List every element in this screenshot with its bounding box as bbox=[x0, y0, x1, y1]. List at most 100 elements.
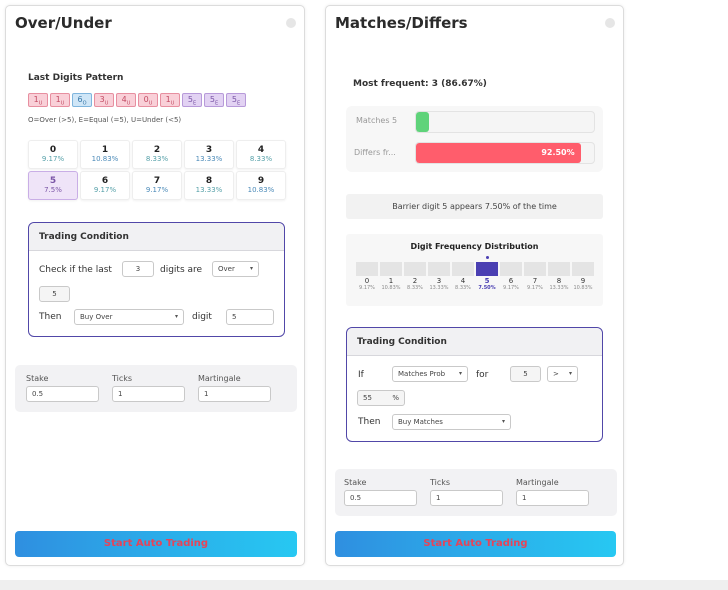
freq-column: 4 8.33% bbox=[452, 262, 474, 291]
ou-stake-label: Stake bbox=[26, 374, 49, 383]
chevron-down-icon: ▾ bbox=[458, 370, 462, 377]
digit-cell: 5 7.5% bbox=[28, 171, 78, 200]
freq-digit: 6 bbox=[508, 277, 514, 285]
digit-cell: 6 9.17% bbox=[80, 171, 130, 200]
freq-digit: 9 bbox=[580, 277, 586, 285]
pattern-tag: U bbox=[126, 100, 131, 107]
md-stake-input[interactable]: 0.5 bbox=[344, 490, 417, 506]
md-ticks-input[interactable]: 1 bbox=[430, 490, 503, 506]
differs-bar: 92.50% bbox=[415, 142, 595, 164]
freq-column: 0 9.17% bbox=[356, 262, 378, 291]
freq-percent: 8.33% bbox=[455, 285, 471, 291]
digit-percent: 9.17% bbox=[93, 186, 117, 194]
ou-digit-input[interactable]: 5 bbox=[226, 309, 274, 325]
pattern-chip: 5E bbox=[204, 93, 224, 107]
md-action-value: Buy Matches bbox=[398, 418, 443, 426]
md-trading-condition: Trading Condition If Matches Prob ▾ for … bbox=[346, 327, 603, 442]
md-then-label: Then bbox=[358, 417, 381, 427]
pattern-tag: U bbox=[60, 100, 65, 107]
pattern-tag: U bbox=[38, 100, 43, 107]
if-label: If bbox=[358, 370, 364, 380]
matches-label: Matches 5 bbox=[356, 116, 398, 125]
md-threshold-input[interactable]: 55 % bbox=[357, 390, 405, 406]
pattern-tag: E bbox=[236, 100, 241, 107]
pattern-chip: 5E bbox=[182, 93, 202, 107]
freq-percent: 7.50% bbox=[478, 285, 496, 291]
freq-bar bbox=[404, 262, 426, 276]
matches-differs-title: Matches/Differs bbox=[335, 14, 468, 32]
differs-value: 92.50% bbox=[541, 148, 575, 157]
md-martingale-input[interactable]: 1 bbox=[516, 490, 589, 506]
ou-start-auto-trading-button[interactable]: Start Auto Trading bbox=[15, 531, 297, 557]
digit-number: 7 bbox=[153, 176, 161, 186]
digit-cell: 4 8.33% bbox=[236, 140, 286, 169]
digit-percent: 10.83% bbox=[91, 155, 119, 163]
digit-number: 3 bbox=[205, 145, 213, 155]
pattern-chip: 6O bbox=[72, 93, 92, 107]
pattern-tag: E bbox=[214, 100, 219, 107]
active-marker-icon bbox=[486, 256, 489, 259]
freq-percent: 10.83% bbox=[573, 285, 593, 291]
md-start-auto-trading-button[interactable]: Start Auto Trading bbox=[335, 531, 616, 557]
digit-cell: 3 13.33% bbox=[184, 140, 234, 169]
freq-digit: 2 bbox=[412, 277, 418, 285]
freq-bar bbox=[428, 262, 450, 276]
ou-compare-input[interactable]: 5 bbox=[39, 286, 70, 302]
md-operator-select[interactable]: > ▾ bbox=[547, 366, 578, 382]
freq-column: 6 9.17% bbox=[500, 262, 522, 291]
digit-cell: 0 9.17% bbox=[28, 140, 78, 169]
digit-percent: 13.33% bbox=[195, 186, 223, 194]
freq-percent: 9.17% bbox=[527, 285, 543, 291]
ou-direction-value: Over bbox=[218, 265, 235, 273]
ou-martingale-input[interactable]: 1 bbox=[198, 386, 271, 402]
digit-stats-grid: 0 9.17% 1 10.83% 2 8.33% 3 13.33% 4 8.33% 5 7.5% 6 9.… bbox=[28, 140, 286, 200]
ou-stake-input[interactable]: 0.5 bbox=[26, 386, 99, 402]
pattern-chip: 5E bbox=[226, 93, 246, 107]
freq-bar bbox=[572, 262, 594, 276]
last-digits-pattern: 1U 1U 6O 3U 4U 0U 1U 5E 5E 5E bbox=[28, 93, 246, 107]
pattern-tag: U bbox=[170, 100, 175, 107]
most-frequent-text: Most frequent: 3 (86.67%) bbox=[353, 79, 487, 89]
md-action-select[interactable]: Buy Matches ▾ bbox=[392, 414, 511, 430]
freq-digit: 7 bbox=[532, 277, 538, 285]
ou-stake-area: Stake 0.5 Ticks 1 Martingale 1 bbox=[15, 365, 297, 412]
freq-percent: 13.33% bbox=[549, 285, 569, 291]
ou-condition-title: Trading Condition bbox=[29, 223, 284, 251]
pattern-tag: O bbox=[82, 100, 87, 107]
freq-column: 5 7.50% bbox=[476, 256, 498, 291]
freq-bar bbox=[548, 262, 570, 276]
pattern-legend: O=Over (>5), E=Equal (=5), U=Under (<5) bbox=[28, 116, 182, 124]
digit-cell: 1 10.83% bbox=[80, 140, 130, 169]
ou-trading-condition: Trading Condition Check if the last 3 di… bbox=[28, 222, 285, 337]
md-prob-value: Matches Prob bbox=[398, 370, 446, 378]
freq-percent: 13.33% bbox=[429, 285, 449, 291]
freq-percent: 10.83% bbox=[381, 285, 401, 291]
freq-digit: 4 bbox=[460, 277, 466, 285]
ou-ticks-label: Ticks bbox=[112, 374, 133, 383]
ou-martingale-label: Martingale bbox=[198, 374, 241, 383]
pattern-tag: U bbox=[104, 100, 109, 107]
digit-frequency-distribution: Digit Frequency Distribution 0 9.17% 1 10.8… bbox=[346, 234, 603, 306]
matches-differs-card: Matches/Differs Most frequent: 3 (86.67%… bbox=[325, 5, 624, 566]
ou-direction-select[interactable]: Over ▾ bbox=[212, 261, 259, 277]
md-prob-select[interactable]: Matches Prob ▾ bbox=[392, 366, 468, 382]
pattern-chip: 1U bbox=[160, 93, 180, 107]
digit-percent: 10.83% bbox=[247, 186, 275, 194]
freq-bar bbox=[452, 262, 474, 276]
digit-cell: 7 9.17% bbox=[132, 171, 182, 200]
md-for-input[interactable]: 5 bbox=[510, 366, 541, 382]
freq-bar bbox=[500, 262, 522, 276]
ou-ticks-input[interactable]: 1 bbox=[112, 386, 185, 402]
md-condition-title: Trading Condition bbox=[347, 328, 602, 356]
digit-percent: 9.17% bbox=[41, 155, 65, 163]
digit-number: 0 bbox=[49, 145, 57, 155]
digit-cell: 9 10.83% bbox=[236, 171, 286, 200]
ou-count-input[interactable]: 3 bbox=[122, 261, 154, 277]
freq-column: 2 8.33% bbox=[404, 262, 426, 291]
ou-action-select[interactable]: Buy Over ▾ bbox=[74, 309, 184, 325]
freq-digit: 1 bbox=[388, 277, 394, 285]
pattern-chip: 3U bbox=[94, 93, 114, 107]
check-prefix-label: Check if the last bbox=[39, 265, 112, 275]
digit-number: 2 bbox=[153, 145, 161, 155]
ou-action-value: Buy Over bbox=[80, 313, 113, 321]
